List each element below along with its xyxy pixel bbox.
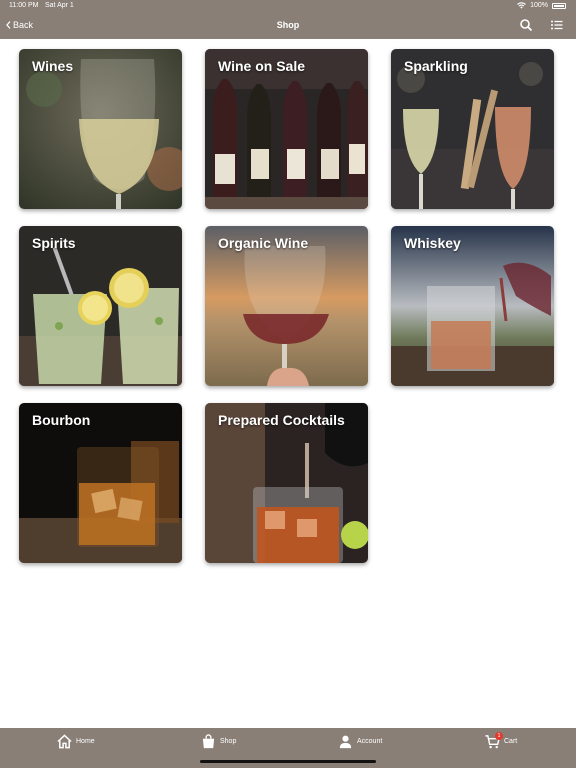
category-label: Wine on Sale — [218, 58, 306, 74]
home-icon — [57, 734, 72, 749]
cart-badge: 1 — [495, 732, 503, 740]
category-tile-organic-wine[interactable]: Organic Wine — [205, 226, 368, 386]
category-tile-whiskey[interactable]: Whiskey — [391, 226, 554, 386]
tab-shop[interactable]: Shop — [201, 734, 236, 749]
category-tile-wine-on-sale[interactable]: Wine on Sale — [205, 49, 368, 209]
wifi-icon — [517, 2, 526, 9]
status-time: 11:00 PM — [9, 2, 39, 9]
tab-label: Account — [357, 738, 383, 745]
category-tile-sparkling[interactable]: Sparkling — [391, 49, 554, 209]
tab-label: Shop — [220, 738, 237, 745]
list-icon[interactable] — [550, 18, 564, 32]
category-label: Whiskey — [404, 235, 461, 251]
category-tile-spirits[interactable]: Spirits — [19, 226, 182, 386]
category-label: Prepared Cocktails — [218, 412, 345, 428]
category-label: Sparkling — [404, 58, 468, 74]
tab-account[interactable]: Account — [338, 734, 382, 749]
tab-cart[interactable]: 1 Cart — [485, 732, 518, 749]
navigation-bar: Back Shop — [0, 13, 576, 39]
page-title: Shop — [276, 20, 300, 30]
category-label: Spirits — [32, 235, 76, 251]
tab-home[interactable]: Home — [57, 734, 95, 749]
home-indicator — [200, 760, 376, 763]
person-icon — [339, 735, 352, 749]
search-icon[interactable] — [519, 18, 533, 32]
status-date: Sat Apr 1 — [45, 2, 74, 9]
category-tile-bourbon[interactable]: Bourbon — [19, 403, 182, 563]
category-tile-prepared-cocktails[interactable]: Prepared Cocktails — [205, 403, 368, 563]
status-right: 100% — [517, 2, 566, 9]
category-tile-wines[interactable]: Wines — [19, 49, 182, 209]
shopping-bag-icon — [202, 734, 215, 749]
battery-percent: 100% — [530, 2, 548, 9]
category-label: Wines — [32, 58, 74, 74]
category-label: Organic Wine — [218, 235, 309, 251]
tab-label: Home — [76, 738, 95, 745]
tab-label: Cart — [504, 738, 518, 745]
battery-icon — [552, 2, 566, 9]
status-bar: 11:00 PM Sat Apr 1 100% — [0, 0, 576, 13]
category-label: Bourbon — [32, 412, 91, 428]
